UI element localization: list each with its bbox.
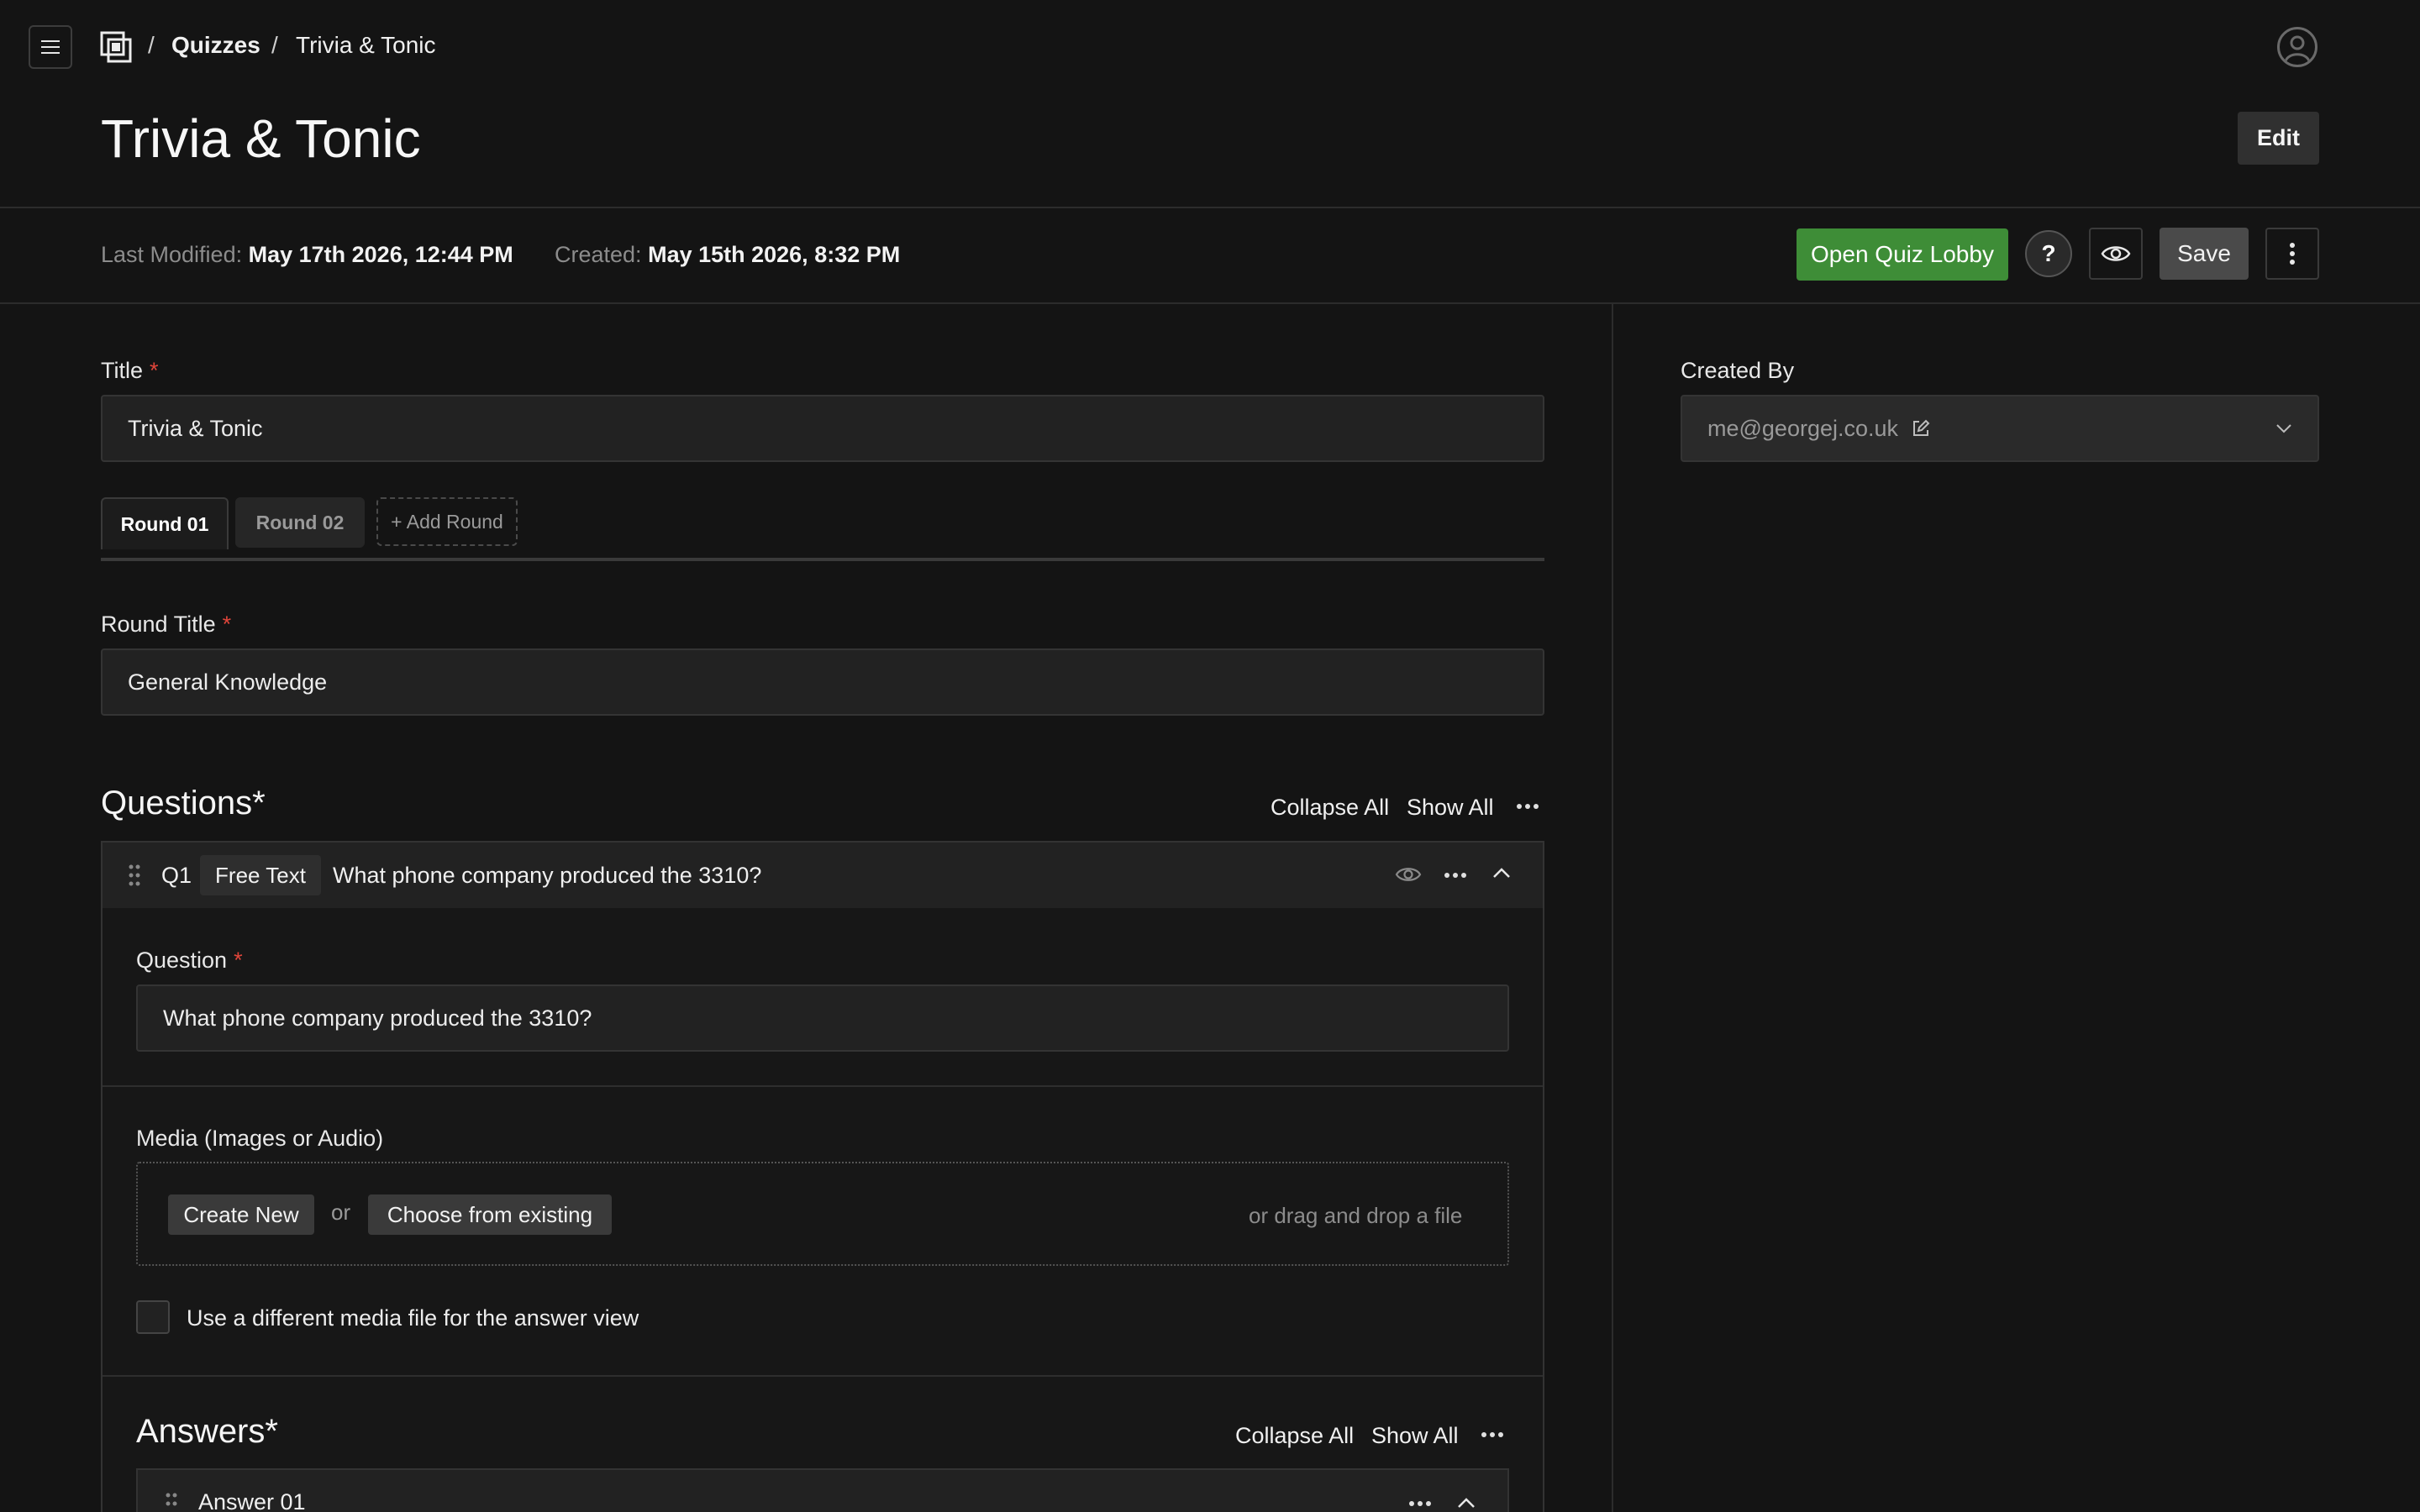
question-summary: What phone company produced the 3310? (333, 863, 762, 888)
round-title-input-value: General Knowledge (128, 669, 328, 695)
answers-more-icon[interactable] (1481, 1431, 1504, 1438)
divider (103, 1085, 1543, 1087)
column-divider (1612, 304, 1613, 1512)
preview-button[interactable] (2089, 228, 2143, 280)
or-text: or (331, 1200, 351, 1225)
breadcrumb-separator: / (148, 32, 155, 58)
eye-icon (2101, 246, 2131, 261)
logo-icon[interactable] (99, 30, 133, 64)
created-value: May 15th 2026, 8:32 PM (648, 242, 901, 267)
choose-existing-button[interactable]: Choose from existing (368, 1194, 612, 1235)
divider (0, 302, 2420, 304)
title-input[interactable]: Trivia & Tonic (101, 395, 1544, 462)
media-label: Media (Images or Audio) (136, 1126, 384, 1151)
answer-more-icon[interactable] (1408, 1500, 1432, 1507)
question-number: Q1 (161, 863, 192, 888)
page-title: Trivia & Tonic (101, 108, 421, 169)
divider (103, 1375, 1543, 1377)
breadcrumb-quizzes[interactable]: Quizzes (171, 32, 260, 59)
tab-round-02[interactable]: Round 02 (235, 497, 365, 548)
tab-round-01[interactable]: Round 01 (101, 497, 229, 549)
question-type-badge: Free Text (200, 855, 321, 895)
answer-panel[interactable] (136, 1468, 1509, 1512)
questions-more-icon[interactable] (1516, 803, 1539, 810)
breadcrumb-current: Trivia & Tonic (296, 32, 436, 58)
edit-icon (1913, 419, 1930, 436)
different-media-checkbox[interactable] (136, 1300, 170, 1334)
hamburger-icon (41, 40, 60, 54)
answers-heading: Answers* (136, 1413, 278, 1450)
questions-collapse-all-button[interactable]: Collapse All (1270, 795, 1389, 821)
drag-handle-icon[interactable] (128, 864, 141, 887)
vertical-dots-icon (2290, 243, 2295, 265)
breadcrumb-separator: / (271, 32, 278, 58)
created-by-value: me@georgej.co.uk (1707, 415, 1899, 441)
eye-icon[interactable] (1395, 865, 1422, 884)
drag-drop-hint: or drag and drop a file (1249, 1203, 1463, 1228)
required-marker: * (222, 612, 232, 637)
answers-collapse-all-button[interactable]: Collapse All (1235, 1423, 1354, 1449)
title-label-text: Title (101, 358, 144, 383)
avatar[interactable] (2277, 27, 2317, 67)
last-modified-label: Last Modified: (101, 242, 243, 267)
questions-show-all-button[interactable]: Show All (1407, 795, 1494, 821)
save-button[interactable]: Save (2160, 228, 2249, 280)
divider (0, 207, 2420, 208)
drag-handle-icon[interactable] (165, 1492, 178, 1512)
round-title-label-text: Round Title (101, 612, 216, 637)
created-date: Created: May 15th 2026, 8:32 PM (555, 242, 900, 268)
round-title-input[interactable]: General Knowledge (101, 648, 1544, 716)
open-quiz-lobby-button[interactable]: Open Quiz Lobby (1797, 228, 2008, 281)
answers-show-all-button[interactable]: Show All (1371, 1423, 1459, 1449)
more-options-button[interactable] (2265, 228, 2319, 280)
chevron-down-icon (2276, 424, 2291, 433)
required-marker: * (234, 948, 243, 973)
last-modified-value: May 17th 2026, 12:44 PM (248, 242, 513, 267)
question-input-value: What phone company produced the 3310? (163, 1005, 592, 1031)
last-modified: Last Modified: May 17th 2026, 12:44 PM (101, 242, 513, 268)
menu-button[interactable] (29, 25, 72, 69)
round-title-label: Round Title * (101, 612, 231, 638)
answer-label: Answer 01 (198, 1489, 306, 1512)
question-label-text: Question (136, 948, 228, 973)
help-button[interactable]: ? (2025, 230, 2072, 277)
chevron-up-icon[interactable] (1457, 1497, 1476, 1509)
question-input[interactable]: What phone company produced the 3310? (136, 984, 1509, 1052)
question-label: Question * (136, 948, 243, 974)
user-icon (2284, 35, 2311, 62)
required-marker: * (150, 358, 159, 383)
title-label: Title * (101, 358, 159, 384)
add-round-button[interactable]: + Add Round (376, 497, 518, 546)
created-label: Created: (555, 242, 642, 267)
tab-underline (101, 558, 1544, 561)
chevron-up-icon[interactable] (1492, 867, 1511, 879)
questions-heading: Questions* (101, 785, 266, 822)
title-input-value: Trivia & Tonic (128, 415, 263, 441)
different-media-label: Use a different media file for the answe… (187, 1305, 639, 1331)
edit-button[interactable]: Edit (2238, 112, 2319, 165)
create-new-button[interactable]: Create New (168, 1194, 314, 1235)
created-by-label: Created By (1681, 358, 1795, 383)
created-by-select[interactable]: me@georgej.co.uk (1681, 395, 2319, 462)
question-more-icon[interactable] (1444, 872, 1467, 879)
